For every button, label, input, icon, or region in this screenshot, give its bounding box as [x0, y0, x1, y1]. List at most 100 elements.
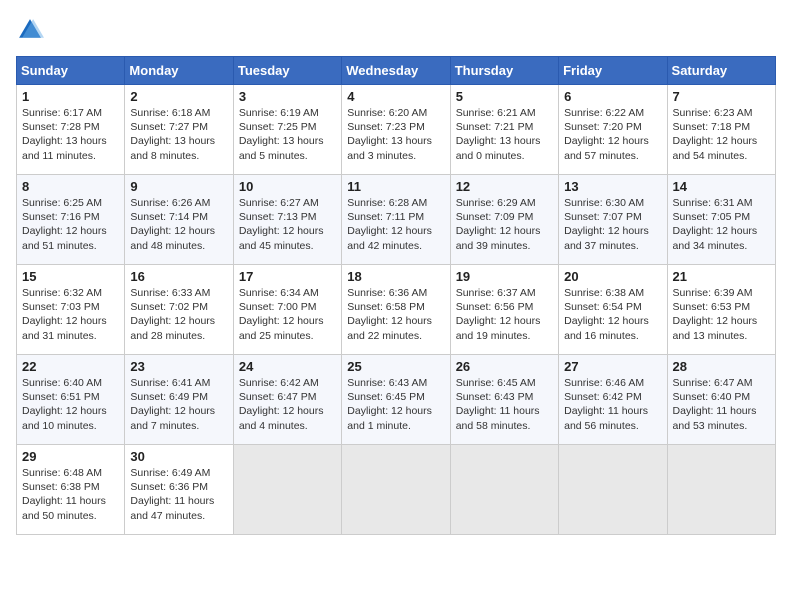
day-info: Sunrise: 6:21 AM Sunset: 7:21 PM Dayligh… [456, 106, 553, 163]
day-number: 23 [130, 359, 227, 374]
day-info: Sunrise: 6:36 AM Sunset: 6:58 PM Dayligh… [347, 286, 444, 343]
day-number: 27 [564, 359, 661, 374]
calendar-cell: 18 Sunrise: 6:36 AM Sunset: 6:58 PM Dayli… [342, 265, 450, 355]
calendar-cell: 4Sunrise: 6:20 AM Sunset: 7:23 PM Daylig… [342, 85, 450, 175]
day-number: 14 [673, 179, 770, 194]
calendar-cell [559, 445, 667, 535]
day-info: Sunrise: 6:17 AM Sunset: 7:28 PM Dayligh… [22, 106, 119, 163]
day-number: 25 [347, 359, 444, 374]
day-number: 15 [22, 269, 119, 284]
calendar-cell: 3 Sunrise: 6:19 AM Sunset: 7:25 PM Daylig… [233, 85, 341, 175]
calendar-week-5: 29 Sunrise: 6:48 AM Sunset: 6:38 PM Dayli… [17, 445, 776, 535]
day-info: Sunrise: 6:20 AM Sunset: 7:23 PM Dayligh… [347, 106, 444, 163]
calendar-cell: 14 Sunrise: 6:31 AM Sunset: 7:05 PM Dayli… [667, 175, 775, 265]
day-number: 26 [456, 359, 553, 374]
calendar-header-monday: Monday [125, 57, 233, 85]
day-number: 3 [239, 89, 336, 104]
calendar-cell: 19Sunrise: 6:37 AM Sunset: 6:56 PM Dayli… [450, 265, 558, 355]
calendar-cell: 2Sunrise: 6:18 AM Sunset: 7:27 PM Daylig… [125, 85, 233, 175]
day-number: 11 [347, 179, 444, 194]
day-info: Sunrise: 6:34 AM Sunset: 7:00 PM Dayligh… [239, 286, 336, 343]
day-info: Sunrise: 6:19 AM Sunset: 7:25 PM Dayligh… [239, 106, 336, 163]
calendar-cell: 21 Sunrise: 6:39 AM Sunset: 6:53 PM Dayli… [667, 265, 775, 355]
calendar-header-saturday: Saturday [667, 57, 775, 85]
day-info: Sunrise: 6:29 AM Sunset: 7:09 PM Dayligh… [456, 196, 553, 253]
calendar-week-3: 15 Sunrise: 6:32 AM Sunset: 7:03 PM Dayli… [17, 265, 776, 355]
day-info: Sunrise: 6:22 AM Sunset: 7:20 PM Dayligh… [564, 106, 661, 163]
day-number: 17 [239, 269, 336, 284]
day-info: Sunrise: 6:33 AM Sunset: 7:02 PM Dayligh… [130, 286, 227, 343]
calendar-cell: 30 Sunrise: 6:49 AM Sunset: 6:36 PM Dayli… [125, 445, 233, 535]
day-number: 22 [22, 359, 119, 374]
calendar-header-tuesday: Tuesday [233, 57, 341, 85]
day-number: 9 [130, 179, 227, 194]
day-info: Sunrise: 6:30 AM Sunset: 7:07 PM Dayligh… [564, 196, 661, 253]
day-info: Sunrise: 6:48 AM Sunset: 6:38 PM Dayligh… [22, 466, 119, 523]
day-number: 16 [130, 269, 227, 284]
calendar-cell: 24 Sunrise: 6:42 AM Sunset: 6:47 PM Dayli… [233, 355, 341, 445]
calendar-cell [342, 445, 450, 535]
calendar-header-thursday: Thursday [450, 57, 558, 85]
calendar-cell: 16 Sunrise: 6:33 AM Sunset: 7:02 PM Dayli… [125, 265, 233, 355]
logo [16, 16, 48, 44]
calendar-header-sunday: Sunday [17, 57, 125, 85]
calendar-cell: 23Sunrise: 6:41 AM Sunset: 6:49 PM Dayli… [125, 355, 233, 445]
day-number: 7 [673, 89, 770, 104]
day-number: 1 [22, 89, 119, 104]
calendar-header-friday: Friday [559, 57, 667, 85]
calendar-week-4: 22Sunrise: 6:40 AM Sunset: 6:51 PM Dayli… [17, 355, 776, 445]
calendar-cell: 28 Sunrise: 6:47 AM Sunset: 6:40 PM Dayli… [667, 355, 775, 445]
day-info: Sunrise: 6:47 AM Sunset: 6:40 PM Dayligh… [673, 376, 770, 433]
calendar-cell: 7 Sunrise: 6:23 AM Sunset: 7:18 PM Daylig… [667, 85, 775, 175]
calendar-header-row: SundayMondayTuesdayWednesdayThursdayFrid… [17, 57, 776, 85]
day-number: 2 [130, 89, 227, 104]
calendar-cell: 25 Sunrise: 6:43 AM Sunset: 6:45 PM Dayli… [342, 355, 450, 445]
calendar-week-2: 8 Sunrise: 6:25 AM Sunset: 7:16 PM Daylig… [17, 175, 776, 265]
calendar-cell [667, 445, 775, 535]
calendar-cell: 6 Sunrise: 6:22 AM Sunset: 7:20 PM Daylig… [559, 85, 667, 175]
calendar-cell: 20 Sunrise: 6:38 AM Sunset: 6:54 PM Dayli… [559, 265, 667, 355]
day-info: Sunrise: 6:32 AM Sunset: 7:03 PM Dayligh… [22, 286, 119, 343]
day-number: 24 [239, 359, 336, 374]
day-number: 5 [456, 89, 553, 104]
day-info: Sunrise: 6:43 AM Sunset: 6:45 PM Dayligh… [347, 376, 444, 433]
calendar-cell: 5 Sunrise: 6:21 AM Sunset: 7:21 PM Daylig… [450, 85, 558, 175]
day-info: Sunrise: 6:49 AM Sunset: 6:36 PM Dayligh… [130, 466, 227, 523]
day-info: Sunrise: 6:46 AM Sunset: 6:42 PM Dayligh… [564, 376, 661, 433]
day-info: Sunrise: 6:25 AM Sunset: 7:16 PM Dayligh… [22, 196, 119, 253]
calendar-cell: 11Sunrise: 6:28 AM Sunset: 7:11 PM Dayli… [342, 175, 450, 265]
day-number: 10 [239, 179, 336, 194]
day-number: 18 [347, 269, 444, 284]
calendar-cell: 29 Sunrise: 6:48 AM Sunset: 6:38 PM Dayli… [17, 445, 125, 535]
day-number: 29 [22, 449, 119, 464]
day-info: Sunrise: 6:31 AM Sunset: 7:05 PM Dayligh… [673, 196, 770, 253]
day-number: 20 [564, 269, 661, 284]
day-info: Sunrise: 6:27 AM Sunset: 7:13 PM Dayligh… [239, 196, 336, 253]
logo-icon [16, 16, 44, 44]
day-number: 21 [673, 269, 770, 284]
calendar-cell [450, 445, 558, 535]
calendar-header-wednesday: Wednesday [342, 57, 450, 85]
day-number: 6 [564, 89, 661, 104]
page-header [16, 16, 776, 44]
calendar-body: 1 Sunrise: 6:17 AM Sunset: 7:28 PM Daylig… [17, 85, 776, 535]
calendar-cell: 15 Sunrise: 6:32 AM Sunset: 7:03 PM Dayli… [17, 265, 125, 355]
day-info: Sunrise: 6:37 AM Sunset: 6:56 PM Dayligh… [456, 286, 553, 343]
calendar-cell: 8 Sunrise: 6:25 AM Sunset: 7:16 PM Daylig… [17, 175, 125, 265]
day-number: 8 [22, 179, 119, 194]
day-info: Sunrise: 6:45 AM Sunset: 6:43 PM Dayligh… [456, 376, 553, 433]
day-info: Sunrise: 6:26 AM Sunset: 7:14 PM Dayligh… [130, 196, 227, 253]
calendar-cell: 10 Sunrise: 6:27 AM Sunset: 7:13 PM Dayli… [233, 175, 341, 265]
calendar-cell: 13Sunrise: 6:30 AM Sunset: 7:07 PM Dayli… [559, 175, 667, 265]
day-info: Sunrise: 6:38 AM Sunset: 6:54 PM Dayligh… [564, 286, 661, 343]
calendar-cell: 12Sunrise: 6:29 AM Sunset: 7:09 PM Dayli… [450, 175, 558, 265]
day-number: 28 [673, 359, 770, 374]
calendar-cell [233, 445, 341, 535]
day-info: Sunrise: 6:23 AM Sunset: 7:18 PM Dayligh… [673, 106, 770, 163]
day-info: Sunrise: 6:42 AM Sunset: 6:47 PM Dayligh… [239, 376, 336, 433]
day-info: Sunrise: 6:39 AM Sunset: 6:53 PM Dayligh… [673, 286, 770, 343]
calendar-cell: 22Sunrise: 6:40 AM Sunset: 6:51 PM Dayli… [17, 355, 125, 445]
calendar-cell: 9 Sunrise: 6:26 AM Sunset: 7:14 PM Daylig… [125, 175, 233, 265]
calendar-cell: 27 Sunrise: 6:46 AM Sunset: 6:42 PM Dayli… [559, 355, 667, 445]
day-number: 30 [130, 449, 227, 464]
